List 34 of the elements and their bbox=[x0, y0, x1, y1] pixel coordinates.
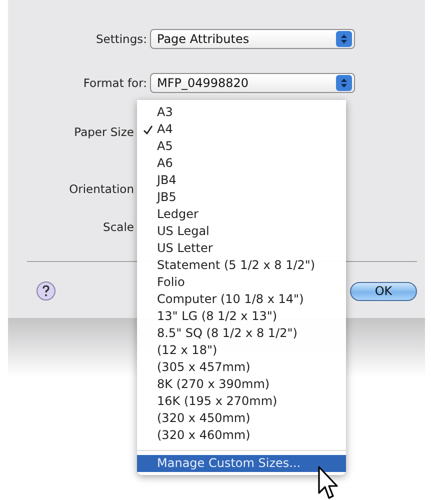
stepper-icon bbox=[336, 31, 352, 47]
menu-item[interactable]: US Legal bbox=[137, 223, 346, 240]
menu-item[interactable]: Manage Custom Sizes... bbox=[137, 455, 346, 472]
menu-item[interactable]: A4 bbox=[137, 121, 346, 138]
menu-item[interactable]: 13" LG (8 1/2 x 13") bbox=[137, 308, 346, 325]
menu-item[interactable]: Ledger bbox=[137, 206, 346, 223]
menu-item[interactable]: 8.5" SQ (8 1/2 x 8 1/2") bbox=[137, 325, 346, 342]
menu-item[interactable]: Statement (5 1/2 x 8 1/2") bbox=[137, 257, 346, 274]
checkmark-icon bbox=[143, 125, 153, 135]
field-label: Settings: bbox=[94, 32, 147, 46]
help-button[interactable] bbox=[36, 281, 56, 301]
field-label: Orientation bbox=[68, 182, 134, 196]
ok-button[interactable]: OK bbox=[350, 282, 417, 300]
field-label: Format for: bbox=[82, 76, 147, 90]
menu-item[interactable]: (320 x 450mm) bbox=[137, 410, 346, 427]
menu-item[interactable]: (12 x 18") bbox=[137, 342, 346, 359]
menu-item[interactable]: Folio bbox=[137, 274, 346, 291]
menu-item[interactable]: US Letter bbox=[137, 240, 346, 257]
menu-item[interactable]: A3 bbox=[137, 104, 346, 121]
popup-button[interactable]: Page Attributes bbox=[150, 29, 355, 49]
menu-item[interactable]: 16K (195 x 270mm) bbox=[137, 393, 346, 410]
stepper-icon bbox=[336, 75, 352, 91]
field-label: Paper Size bbox=[73, 125, 134, 139]
menu-item[interactable]: 8K (270 x 390mm) bbox=[137, 376, 346, 393]
menu-item[interactable]: (320 x 460mm) bbox=[137, 427, 346, 444]
menu-item[interactable]: (305 x 457mm) bbox=[137, 359, 346, 376]
field-label: Scale bbox=[102, 220, 134, 234]
menu-item[interactable]: A5 bbox=[137, 138, 346, 155]
menu-item[interactable]: JB5 bbox=[137, 189, 346, 206]
popup-button[interactable]: MFP_04998820 bbox=[150, 73, 355, 93]
menu-item[interactable]: A6 bbox=[137, 155, 346, 172]
menu-item[interactable]: JB4 bbox=[137, 172, 346, 189]
menu-item[interactable]: Computer (10 1/8 x 14") bbox=[137, 291, 346, 308]
help-icon bbox=[36, 281, 56, 301]
